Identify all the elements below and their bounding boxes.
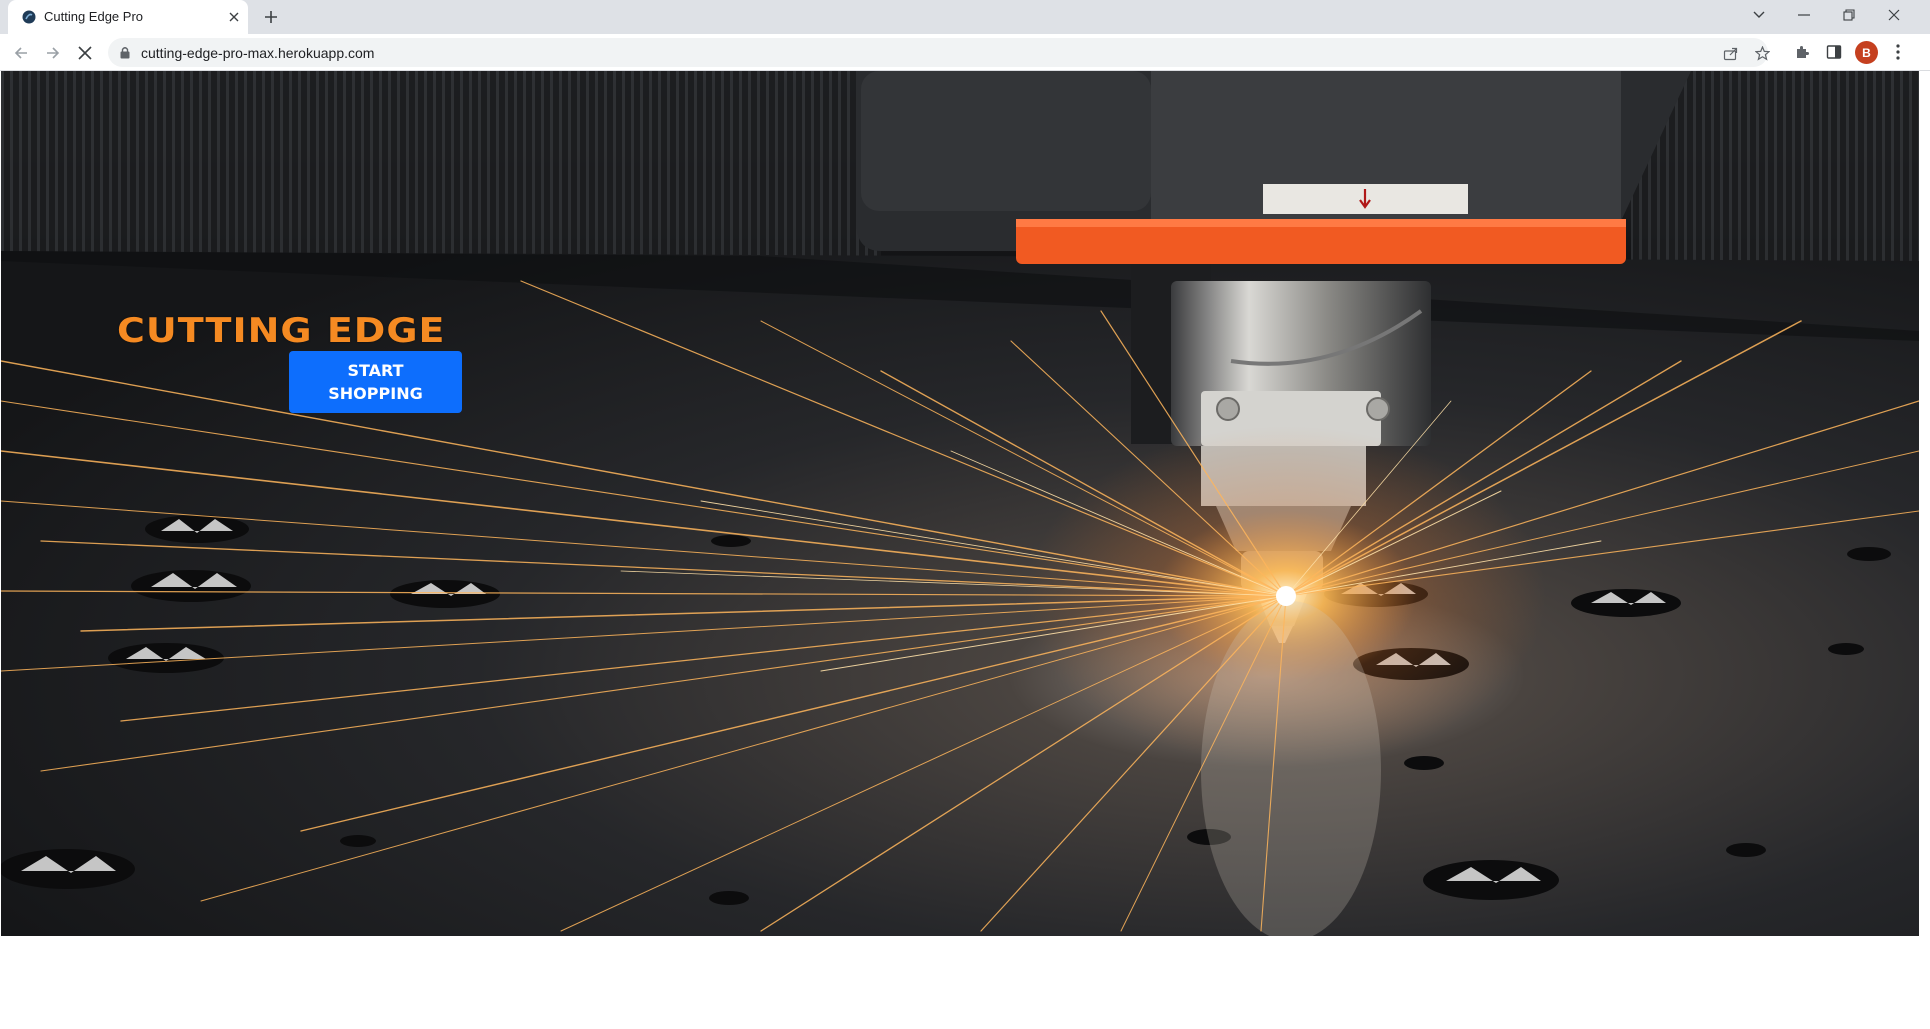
laser-cutter-hero-image: [1, 71, 1919, 936]
lock-icon: [120, 47, 130, 59]
tab-close-icon[interactable]: [224, 7, 244, 27]
restore-icon[interactable]: [1827, 0, 1871, 30]
forward-arrow-icon[interactable]: [40, 40, 66, 66]
address-bar[interactable]: cutting-edge-pro-max.herokuapp.com: [108, 38, 1771, 67]
url-text: cutting-edge-pro-max.herokuapp.com: [141, 45, 375, 61]
brand-logo-text: CUTTING EDGE: [117, 311, 446, 350]
hero-section: CUTTING EDGE START SHOPPING: [1, 71, 1919, 936]
more-options-kebab-icon[interactable]: [1888, 42, 1908, 62]
browser-toolbar: cutting-edge-pro-max.herokuapp.com B: [0, 34, 1930, 71]
start-shopping-button[interactable]: START SHOPPING: [289, 351, 462, 413]
extensions-puzzle-icon[interactable]: [1792, 42, 1812, 62]
tab-search-chevron-icon[interactable]: [1737, 0, 1781, 30]
tab-title: Cutting Edge Pro: [44, 9, 144, 24]
new-tab-icon[interactable]: [259, 5, 283, 29]
profile-avatar[interactable]: B: [1855, 41, 1878, 64]
close-window-icon[interactable]: [1872, 0, 1916, 30]
bookmark-star-icon[interactable]: [1753, 44, 1771, 62]
share-icon[interactable]: [1721, 44, 1739, 62]
page-viewport: CUTTING EDGE START SHOPPING: [0, 71, 1930, 1029]
minimize-icon[interactable]: [1782, 0, 1826, 30]
tab-strip: Cutting Edge Pro: [0, 0, 1930, 34]
back-arrow-icon[interactable]: [8, 40, 34, 66]
side-panel-icon[interactable]: [1824, 42, 1844, 62]
site-favicon-icon: [22, 10, 36, 24]
browser-tab[interactable]: Cutting Edge Pro: [8, 0, 248, 34]
stop-loading-icon[interactable]: [72, 40, 98, 66]
